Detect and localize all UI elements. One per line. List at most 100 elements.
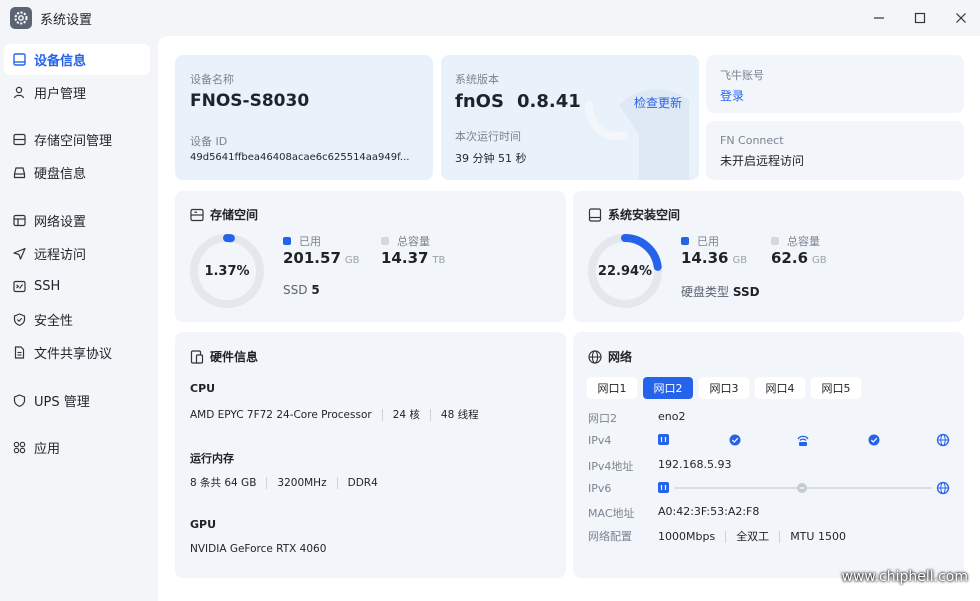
system-volume-used-value: 14.36 GB xyxy=(681,249,747,267)
port-value: eno2 xyxy=(658,410,686,423)
system-volume-card: 系统安装空间 22.94% 已用 14.36 GB 总容量 62.6 GB 硬盘类型… xyxy=(573,191,964,322)
used-swatch xyxy=(681,237,689,245)
total-label: 总容量 xyxy=(397,235,430,248)
uptime-value: 39 分钟 51 秒 xyxy=(455,152,527,165)
sidebar-item-label: 应用 xyxy=(34,442,61,457)
globe-icon xyxy=(588,349,602,364)
device-icon xyxy=(190,349,204,364)
ups-shield-icon xyxy=(12,394,26,408)
ipv4-address-label: IPv4地址 xyxy=(588,460,634,473)
mtu: MTU 1500 xyxy=(790,530,846,543)
fnos-logo-watermark-icon xyxy=(585,89,689,180)
tab-port-3[interactable]: 网口3 xyxy=(699,377,749,399)
storage-disk-count: SSD 5 xyxy=(283,283,320,297)
ipv6-label: IPv6 xyxy=(588,482,612,495)
network-title-text: 网络 xyxy=(608,350,633,364)
close-icon[interactable] xyxy=(951,8,971,28)
divider xyxy=(381,409,383,421)
tab-port-5[interactable]: 网口5 xyxy=(811,377,861,399)
device-id-label: 设备 ID xyxy=(190,135,228,148)
memory-details: 8 条共 64 GB 3200MHz DDR4 xyxy=(190,475,378,490)
monitor-icon xyxy=(12,53,26,67)
divider xyxy=(336,477,338,489)
sidebar-item-label: 网络设置 xyxy=(34,215,87,230)
total-number: 14.37 xyxy=(381,249,429,267)
title-bar: 系统设置 xyxy=(0,0,980,36)
watermark: www.chiphell.com xyxy=(841,569,968,585)
total-swatch xyxy=(381,237,389,245)
check-update-link[interactable]: 检查更新 xyxy=(634,94,682,111)
login-link[interactable]: 登录 xyxy=(720,87,744,104)
ipv4-connection-path xyxy=(658,433,950,447)
sidebar-item-label: 安全性 xyxy=(34,314,74,329)
device-id: 49d5641ffbea46408acae6c625514aa949f... xyxy=(190,152,410,163)
device-card: 设备名称 FNOS-S8030 设备 ID 49d5641ffbea46408a… xyxy=(175,55,433,180)
sidebar-item-apps[interactable]: 应用 xyxy=(4,432,150,463)
storage-icon xyxy=(190,208,204,222)
disk-type: SSD xyxy=(732,285,760,299)
sidebar-item-label: 设备信息 xyxy=(34,54,87,69)
apps-grid-icon xyxy=(12,441,26,455)
sidebar-item-label: 硬盘信息 xyxy=(34,167,87,182)
memory-modules: 8 条共 64 GB xyxy=(190,477,257,489)
window-title: 系统设置 xyxy=(40,13,93,28)
account-label: 飞牛账号 xyxy=(720,69,764,82)
fn-connect-status: 未开启远程访问 xyxy=(720,154,805,168)
sidebar-item-label: 远程访问 xyxy=(34,248,87,263)
cpu-details: AMD EPYC 7F72 24-Core Processor 24 核 48 线程 xyxy=(190,407,479,422)
cpu-threads: 48 线程 xyxy=(440,409,479,421)
device-name: FNOS-S8030 xyxy=(190,91,310,111)
system-volume-total-legend: 总容量 xyxy=(771,233,820,249)
user-icon xyxy=(12,86,26,100)
os-name: fnOS xyxy=(455,91,504,112)
harddisk-icon xyxy=(588,207,602,222)
sidebar-item-ssh[interactable]: SSH xyxy=(4,271,150,302)
total-number: 62.6 xyxy=(771,249,809,267)
document-icon xyxy=(12,346,26,360)
hardware-card: 硬件信息 CPU AMD EPYC 7F72 24-Core Processor… xyxy=(175,332,566,578)
network-config-label: 网络配置 xyxy=(588,530,632,543)
sidebar-item-remote-access[interactable]: 远程访问 xyxy=(4,238,150,269)
sidebar-item-file-sharing[interactable]: 文件共享协议 xyxy=(4,337,150,368)
sidebar-item-storage[interactable]: 存储空间管理 xyxy=(4,124,150,155)
settings-gear-icon xyxy=(10,7,32,29)
storage-icon xyxy=(12,133,26,147)
storage-used-value: 201.57 GB xyxy=(283,249,360,267)
harddisk-icon xyxy=(12,166,26,180)
sidebar-item-device-info[interactable]: 设备信息 xyxy=(4,44,150,75)
sidebar-item-label: 用户管理 xyxy=(34,87,87,102)
memory-speed: 3200MHz xyxy=(277,477,327,489)
minimize-icon[interactable] xyxy=(869,8,889,28)
fn-connect-label: FN Connect xyxy=(720,134,784,147)
network-title: 网络 xyxy=(588,348,632,365)
system-version-label: 系统版本 xyxy=(455,73,499,86)
disk-count: 5 xyxy=(311,283,320,297)
maximize-icon[interactable] xyxy=(910,8,930,28)
gpu-label: GPU xyxy=(190,518,217,531)
disk-type: SSD xyxy=(283,283,308,297)
sidebar-item-label: SSH xyxy=(34,279,61,294)
used-number: 201.57 xyxy=(283,249,341,267)
cpu-model: AMD EPYC 7F72 24-Core Processor xyxy=(190,409,372,421)
ipv6-connection-path xyxy=(658,481,950,495)
storage-total-value: 14.37 TB xyxy=(381,249,445,267)
sidebar-item-security[interactable]: 安全性 xyxy=(4,304,150,335)
system-volume-percent: 22.94% xyxy=(597,264,653,279)
port-label: 网口2 xyxy=(588,412,617,425)
sidebar-item-users[interactable]: 用户管理 xyxy=(4,77,150,108)
os-version: 0.8.41 xyxy=(517,91,581,112)
uptime-label: 本次运行时间 xyxy=(455,130,521,143)
tab-port-1[interactable]: 网口1 xyxy=(587,377,637,399)
storage-card: 存储空间 1.37% 已用 201.57 GB 总容量 14.37 TB SSD 5 xyxy=(175,191,566,322)
storage-used-legend: 已用 xyxy=(283,233,321,249)
divider xyxy=(779,531,781,543)
sidebar-item-ups[interactable]: UPS 管理 xyxy=(4,385,150,416)
tab-port-2[interactable]: 网口2 xyxy=(643,377,693,399)
tab-port-4[interactable]: 网口4 xyxy=(755,377,805,399)
divider xyxy=(725,531,727,543)
sidebar-item-network[interactable]: 网络设置 xyxy=(4,205,150,236)
system-volume-title: 系统安装空间 xyxy=(588,206,680,223)
total-unit: GB xyxy=(812,255,827,266)
sidebar-item-harddisk[interactable]: 硬盘信息 xyxy=(4,157,150,188)
total-unit: TB xyxy=(432,255,446,266)
